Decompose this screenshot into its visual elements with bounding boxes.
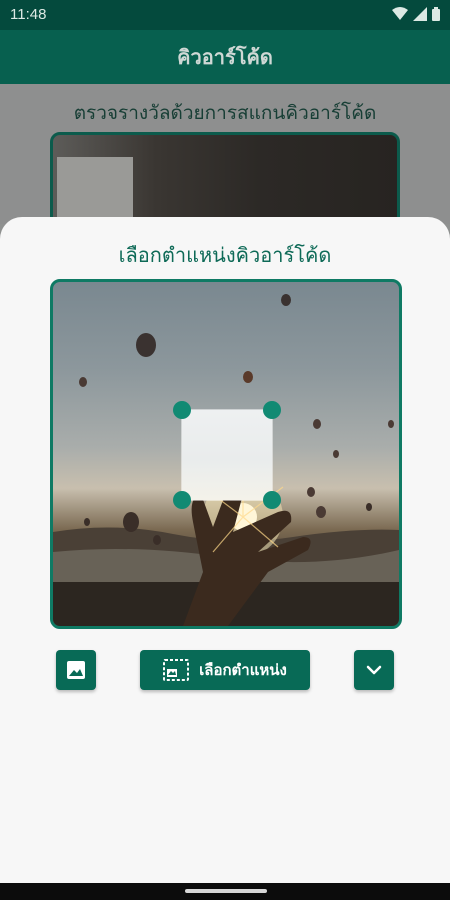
background-content: ตรวจรางวัลด้วยการสแกนคิวอาร์โค้ด: [0, 84, 450, 232]
status-icons: [392, 7, 440, 21]
background-heading: ตรวจรางวัลด้วยการสแกนคิวอาร์โค้ด: [73, 102, 377, 124]
sheet-title: เลือกตำแหน่งคิวอาร์โค้ด: [118, 243, 332, 267]
app-bar: คิวอาร์โค้ด: [0, 30, 450, 84]
status-bar: 11:48: [0, 0, 450, 30]
app-title: คิวอาร์โค้ด: [177, 45, 273, 69]
home-gesture-handle[interactable]: [185, 889, 267, 893]
chevron-down-icon: [366, 665, 382, 675]
crop-handle-bottom-left[interactable]: [173, 491, 191, 509]
status-time: 11:48: [10, 6, 47, 23]
gallery-button[interactable]: [56, 650, 96, 690]
battery-icon: [432, 7, 440, 21]
select-position-label: เลือกตำแหน่ง: [199, 661, 287, 679]
wifi-icon: [392, 7, 408, 20]
crop-selection-box[interactable]: [182, 410, 272, 500]
crop-handle-bottom-right[interactable]: [263, 491, 281, 509]
crop-handle-top-left[interactable]: [173, 401, 191, 419]
crop-handle-top-right[interactable]: [263, 401, 281, 419]
select-position-sheet: เลือกตำแหน่งคิวอาร์โค้ด เลือกตำแหน่ง: [0, 217, 450, 883]
select-position-button[interactable]: เลือกตำแหน่ง: [140, 650, 310, 690]
signal-icon: [413, 7, 427, 21]
navigation-bar: [0, 883, 450, 900]
expand-button[interactable]: [354, 650, 394, 690]
photo-preview[interactable]: [50, 279, 402, 629]
select-region-icon: [163, 659, 190, 681]
image-icon: [67, 661, 85, 679]
